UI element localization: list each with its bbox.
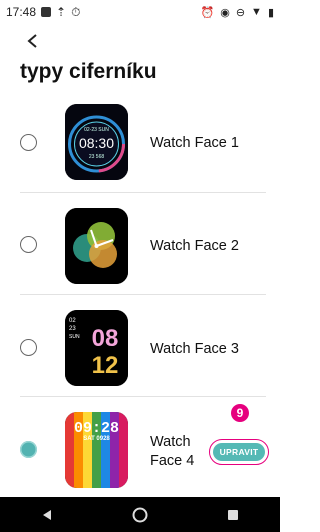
face1-steps: 23 568 bbox=[89, 154, 105, 160]
watch-face-3-label[interactable]: Watch Face 3 bbox=[150, 341, 239, 357]
step-badge: 9 bbox=[231, 404, 249, 422]
nav-recent-button[interactable] bbox=[218, 503, 248, 527]
face3-minute: 12 bbox=[92, 352, 119, 379]
upload-icon: ⇡ bbox=[56, 5, 67, 19]
notification-icon bbox=[41, 7, 52, 17]
watch-face-1-label[interactable]: Watch Face 1 bbox=[150, 135, 239, 151]
radio-watch-face-1[interactable] bbox=[20, 134, 37, 151]
timer-icon: ⏱ bbox=[71, 4, 81, 19]
edit-button[interactable]: UPRAVIT bbox=[209, 439, 269, 465]
watch-face-1-thumbnail[interactable]: 02-23 SUN 08:30 23 568 bbox=[65, 104, 128, 180]
circle-home-icon bbox=[132, 507, 148, 522]
watch-face-2-thumbnail[interactable] bbox=[65, 208, 128, 284]
watch-face-4-thumbnail[interactable]: 09:28 SAT 0928 bbox=[65, 412, 128, 488]
divider bbox=[20, 192, 266, 193]
edit-button-label: UPRAVIT bbox=[212, 443, 266, 461]
radio-watch-face-3[interactable] bbox=[20, 339, 37, 356]
divider bbox=[20, 294, 266, 295]
battery-icon: ▮ bbox=[267, 6, 274, 19]
vibrate-icon: ◉ bbox=[220, 6, 230, 19]
face4-date: SAT 0928 bbox=[83, 436, 110, 442]
page-title: typy ciferníku bbox=[20, 60, 157, 83]
status-bar: 17:48 ⇡ ⏱ ⏰ ◉ ⊖ ▼ ▮ bbox=[0, 0, 280, 24]
watch-face-4-label-line2: Face 4 bbox=[150, 453, 195, 469]
face3-side-top: 02 bbox=[69, 318, 76, 324]
watch-face-2-label[interactable]: Watch Face 2 bbox=[150, 238, 239, 254]
face1-date: 02-23 SUN bbox=[84, 127, 109, 133]
nav-back-button[interactable] bbox=[32, 503, 62, 527]
face3-side-mid: 23 bbox=[69, 326, 76, 332]
face4-time: 09:28 bbox=[74, 420, 119, 437]
arrow-left-icon bbox=[27, 34, 37, 48]
system-nav-bar bbox=[0, 497, 280, 532]
watch-face-4-label[interactable]: Watch Face 4 bbox=[150, 434, 194, 469]
nav-home-button[interactable] bbox=[125, 503, 155, 527]
status-time: 17:48 bbox=[6, 5, 37, 19]
divider bbox=[20, 396, 266, 397]
watch-face-3-thumbnail[interactable]: 02 23 SUN 08 12 bbox=[65, 310, 128, 386]
radio-watch-face-2[interactable] bbox=[20, 236, 37, 253]
alarm-icon: ⏰ bbox=[200, 6, 215, 19]
triangle-back-icon bbox=[42, 509, 51, 520]
wifi-icon: ▼ bbox=[251, 6, 262, 18]
dnd-icon: ⊖ bbox=[235, 6, 246, 19]
watch-face-4-label-line1: Watch bbox=[150, 434, 191, 450]
face1-time: 08:30 bbox=[79, 135, 114, 151]
square-recent-icon bbox=[228, 509, 239, 520]
radio-watch-face-4[interactable] bbox=[20, 441, 37, 458]
back-button[interactable] bbox=[20, 28, 46, 54]
face3-hour: 08 bbox=[92, 325, 119, 352]
face3-side-bottom: SUN bbox=[69, 334, 80, 340]
